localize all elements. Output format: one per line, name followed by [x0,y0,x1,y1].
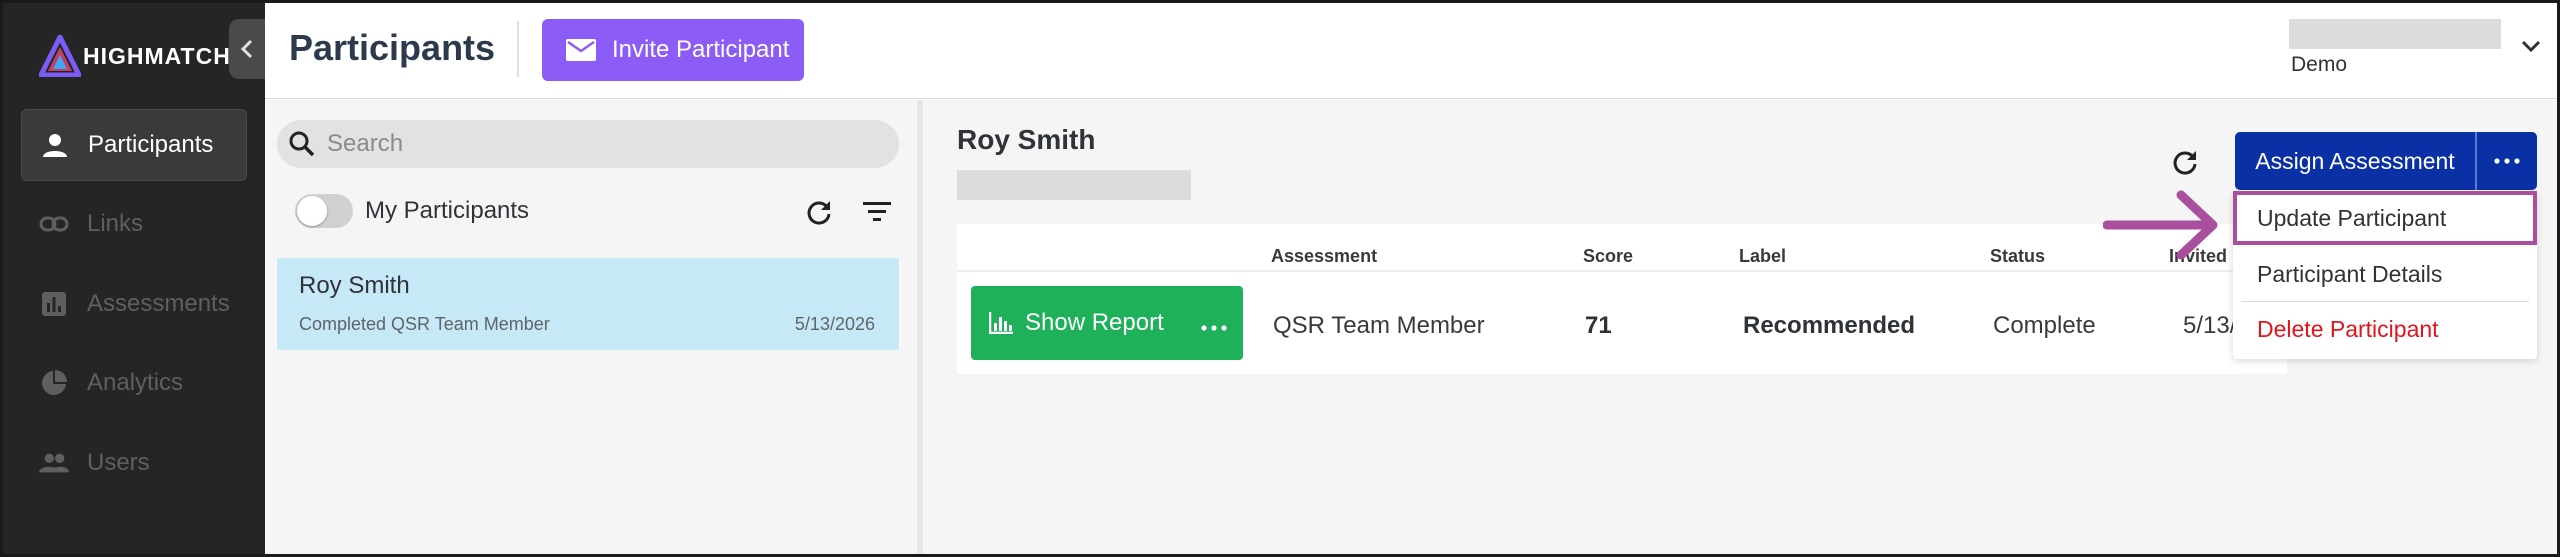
participant-subtitle: Completed QSR Team Member [299,314,550,334]
sidebar-item-label: Participants [88,131,214,158]
sidebar: HIGHMATCH Participants Links Assessments [3,3,265,554]
sidebar-item-users[interactable]: Users [21,427,247,499]
filter-icon [863,202,891,221]
my-participants-label: My Participants [365,197,530,224]
participant-list-panel: My Participants Roy Smith Completed QSR … [265,100,917,554]
bar-chart-icon [989,312,1013,334]
assign-assessment-button[interactable]: Assign Assessment [2235,132,2475,190]
person-icon [40,130,70,160]
refresh-icon [2173,151,2197,175]
cell-label: Recommended [1743,312,1916,339]
refresh-detail-button[interactable] [2171,148,2199,181]
mail-icon [566,39,596,61]
sidebar-item-label: Analytics [87,369,184,396]
search-icon [289,131,315,157]
sidebar-item-links[interactable]: Links [21,188,247,260]
header-divider [957,270,2287,272]
app-window: HIGHMATCH Participants Links Assessments [0,0,2560,557]
report-more-button[interactable] [1201,310,1227,338]
sidebar-item-label: Links [87,210,144,237]
annotation-arrow-icon [2103,190,2218,260]
participant-date: 5/13/2026 [794,314,875,334]
pie-chart-icon [39,368,69,398]
cell-status: Complete [1993,312,2096,339]
sidebar-item-label: Users [87,449,150,476]
search-input[interactable] [327,130,887,158]
list-item-participant[interactable]: Roy Smith Completed QSR Team Member 5/13… [277,258,899,350]
sidebar-item-assessments[interactable]: Assessments [21,268,247,340]
column-header-assessment: Assessment [1271,246,1378,266]
link-icon [39,209,69,239]
show-report-button[interactable]: Show Report [971,286,1243,360]
more-horizontal-icon [1201,325,1227,331]
bar-chart-icon [39,289,69,319]
logo-mark-icon [39,35,81,77]
column-header-status: Status [1990,246,2046,266]
my-participants-toggle[interactable] [295,194,353,228]
refresh-list-button[interactable] [805,198,833,231]
user-menu-toggle[interactable] [2521,39,2541,57]
users-icon [39,448,69,478]
top-bar: Participants Invite Participant [265,3,2557,99]
assign-more-button[interactable] [2475,132,2537,190]
menu-item-update-participant[interactable]: Update Participant [2233,191,2537,245]
sidebar-item-label: Assessments [87,290,230,317]
invite-participant-label: Invite Participant [612,36,790,63]
logo: HIGHMATCH [39,31,231,81]
assessments-table: Assessment Score Label Status Invited Sh… [957,224,2287,374]
assign-assessment-group: Assign Assessment [2235,132,2537,190]
collapse-sidebar-button[interactable] [229,19,265,79]
refresh-icon [807,201,831,225]
cell-score: 71 [1585,312,1612,339]
chevron-left-icon [240,39,253,59]
invite-participant-button[interactable]: Invite Participant [542,19,804,81]
user-org: Demo [2291,53,2348,76]
participant-actions-menu: Update Participant Participant Details D… [2233,191,2537,359]
more-horizontal-icon [2494,158,2520,164]
show-report-label: Show Report [1025,309,1164,336]
filter-button[interactable] [863,200,891,227]
participant-name: Roy Smith [299,272,410,299]
page-title: Participants [289,27,496,68]
column-header-label: Label [1739,246,1787,266]
cell-assessment: QSR Team Member [1273,312,1485,339]
column-header-score: Score [1583,246,1634,266]
detail-participant-name: Roy Smith [957,124,1096,155]
menu-item-participant-details[interactable]: Participant Details [2233,247,2537,301]
user-name-placeholder [2289,19,2501,49]
title-divider [517,21,519,77]
menu-item-delete-participant[interactable]: Delete Participant [2233,302,2537,356]
sidebar-item-participants[interactable]: Participants [21,109,247,181]
search-box[interactable] [277,120,899,168]
toggle-knob [297,196,327,226]
chevron-down-icon [2521,40,2541,53]
sidebar-item-analytics[interactable]: Analytics [21,347,247,419]
detail-email-placeholder [957,170,1191,200]
logo-text: HIGHMATCH [83,42,231,69]
